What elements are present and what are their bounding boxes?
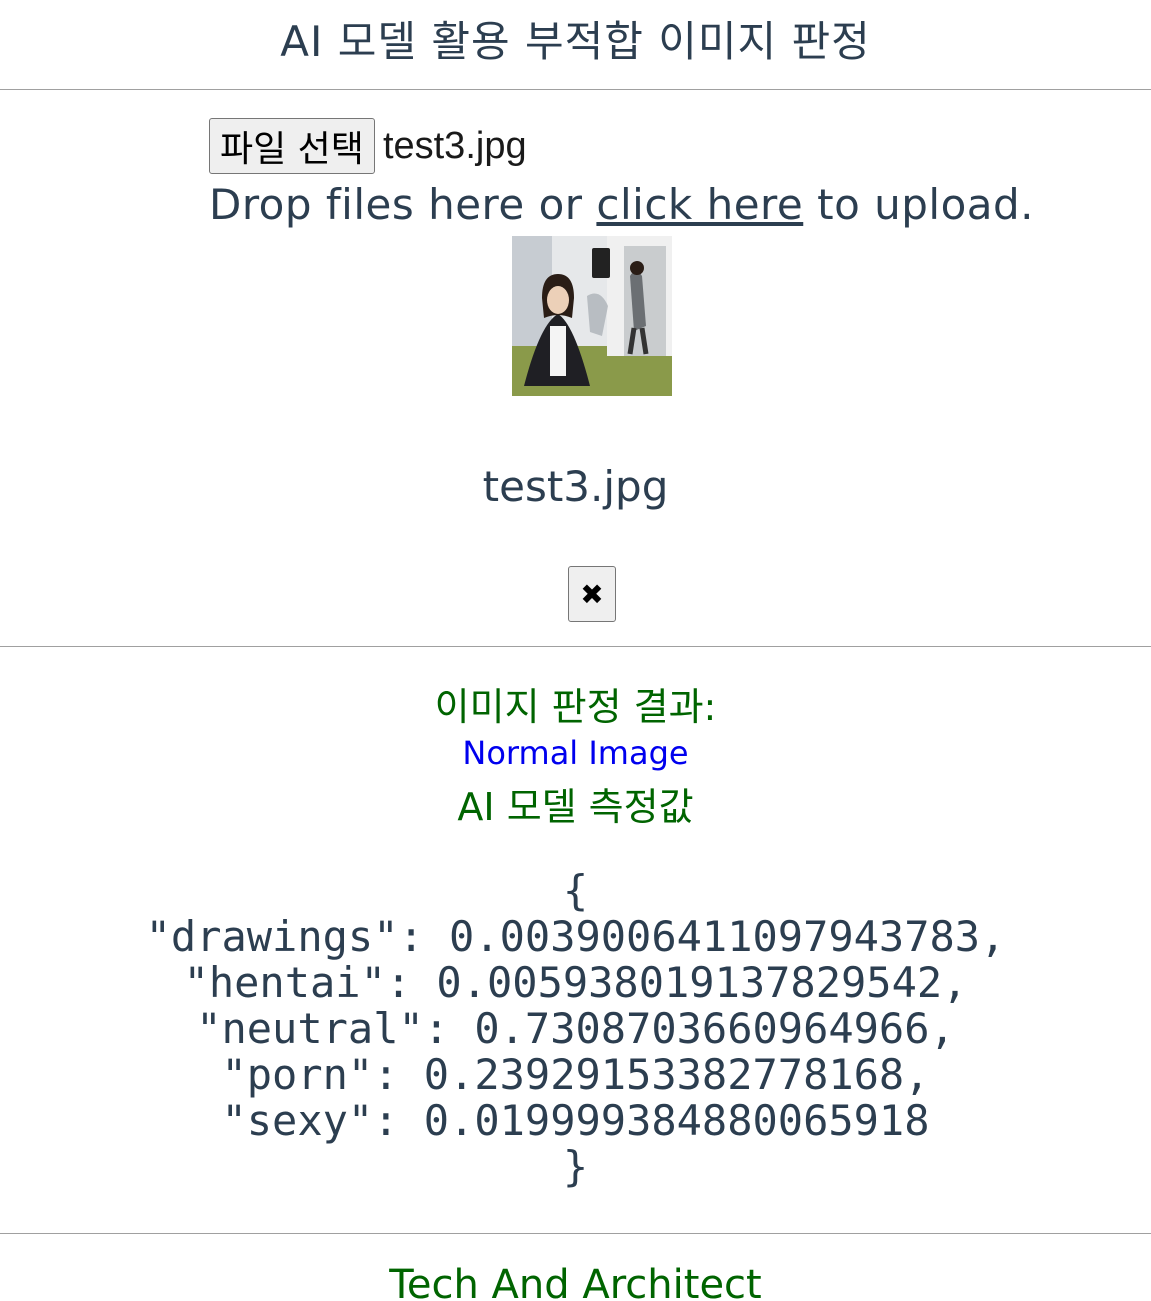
upload-link[interactable]: click here xyxy=(596,180,803,229)
close-icon: ✖ xyxy=(580,577,604,611)
page-title: AI 모델 활용 부적합 이미지 판정 xyxy=(280,17,871,66)
result-title: 이미지 판정 결과: xyxy=(434,685,717,729)
preview-file-name: test3.jpg xyxy=(482,462,669,511)
selected-file-name: test3.jpg xyxy=(382,124,527,167)
json-line: "neutral": 0.7308703660964966, xyxy=(196,1004,955,1053)
dropzone-message[interactable]: Drop files here or click here to upload. xyxy=(209,180,1034,229)
footer-divider xyxy=(0,1233,1151,1234)
drop-text-after: to upload. xyxy=(803,180,1035,229)
choose-file-button[interactable]: 파일 선택 xyxy=(209,118,375,174)
header-divider xyxy=(0,89,1151,90)
thumbnail-picture xyxy=(512,236,672,396)
result-value: Normal Image xyxy=(462,734,689,772)
metric-title: AI 모델 측정값 xyxy=(457,785,694,829)
file-input[interactable]: 파일 선택 test3.jpg xyxy=(209,117,527,175)
preview-divider xyxy=(0,646,1151,647)
json-open-brace: { xyxy=(562,866,589,915)
footer-text: Tech And Architect xyxy=(389,1262,762,1301)
json-line: "hentai": 0.005938019137829542, xyxy=(183,958,968,1007)
page: AI 모델 활용 부적합 이미지 판정 파일 선택 test3.jpg Drop… xyxy=(0,0,1151,1301)
metric-json: {"drawings": 0.0039006411097943783, "hent… xyxy=(0,868,1151,1190)
json-close-brace: } xyxy=(562,1142,589,1191)
remove-file-button[interactable]: ✖ xyxy=(568,566,616,622)
json-line: "sexy": 0.019999384880065918 xyxy=(221,1096,930,1145)
drop-text-before: Drop files here or xyxy=(209,180,597,229)
json-line: "drawings": 0.0039006411097943783, xyxy=(145,912,1006,961)
image-thumbnail xyxy=(512,236,672,396)
json-line: "porn": 0.23929153382778168, xyxy=(221,1050,930,1099)
